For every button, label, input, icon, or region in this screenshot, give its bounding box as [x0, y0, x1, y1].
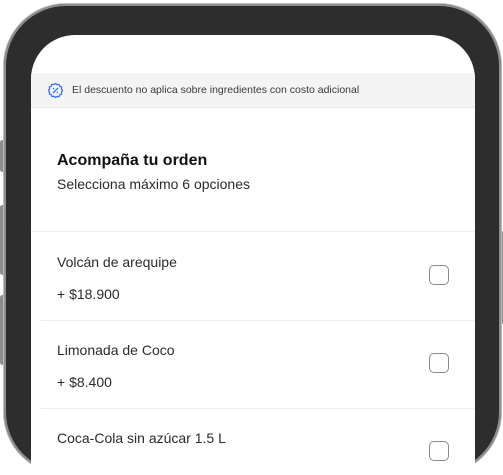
- option-checkbox[interactable]: [429, 265, 449, 285]
- option-checkbox[interactable]: [429, 353, 449, 373]
- option-name: Limonada de Coco: [57, 342, 175, 358]
- option-name: Volcán de arequipe: [57, 254, 177, 270]
- section-title: Acompaña tu orden: [57, 152, 208, 169]
- option-name: Coca-Cola sin azúcar 1.5 L: [57, 430, 226, 446]
- option-price: + $8.400: [57, 374, 112, 390]
- phone-screen: El descuento no aplica sobre ingrediente…: [31, 35, 475, 475]
- option-row[interactable]: Volcán de arequipe + $18.900: [41, 232, 475, 321]
- section-header: Acompaña tu orden Selecciona máximo 6 op…: [57, 152, 250, 192]
- option-price: + $18.900: [57, 286, 120, 302]
- option-row[interactable]: Limonada de Coco + $8.400: [41, 320, 475, 409]
- discount-notice-bar: El descuento no aplica sobre ingrediente…: [31, 73, 475, 108]
- phone-frame: El descuento no aplica sobre ingrediente…: [4, 4, 501, 475]
- option-row[interactable]: Coca-Cola sin azúcar 1.5 L: [41, 408, 475, 475]
- discount-notice-text: El descuento no aplica sobre ingrediente…: [72, 84, 360, 96]
- option-checkbox[interactable]: [429, 441, 449, 461]
- discount-badge-icon: [47, 82, 64, 99]
- section-subtitle: Selecciona máximo 6 opciones: [57, 176, 250, 192]
